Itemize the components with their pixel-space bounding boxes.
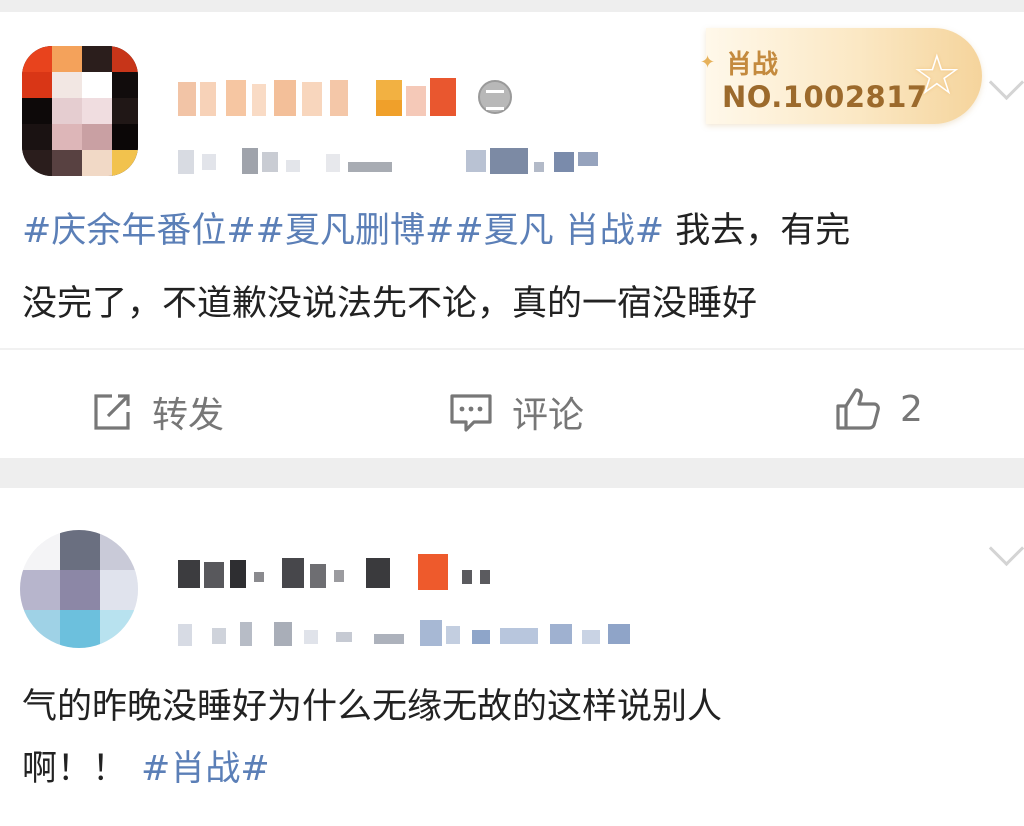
topic-tag[interactable]: #庆余年番位# — [22, 211, 256, 251]
repost-button[interactable]: 转发 — [90, 386, 224, 438]
like-button[interactable]: 2 — [834, 386, 923, 432]
post-text: 啊！！ #肖战# — [22, 738, 270, 801]
topic-tag[interactable]: #夏凡 肖战# — [454, 211, 664, 251]
medal-icon — [478, 80, 512, 114]
comment-button[interactable]: 评论 — [448, 386, 584, 438]
chevron-down-icon[interactable] — [988, 64, 1024, 101]
badge-number: NO.1002817 — [722, 80, 928, 114]
post-card-1: ✦ 肖战 NO.1002817 ☆ #庆余年番位##夏凡删博##夏凡 肖战# 我… — [0, 12, 1024, 458]
sparkle-icon: ✦ — [700, 52, 716, 73]
repost-icon — [94, 394, 130, 430]
chevron-down-icon[interactable] — [988, 530, 1024, 567]
comment-icon — [450, 394, 492, 432]
post-text-line1: 气的昨晚没睡好为什么无缘无故的这样说别人 — [22, 687, 723, 727]
post-text-line1: 我去，有完 — [664, 211, 851, 251]
post-text-line2: 啊！！ — [22, 749, 128, 789]
post-meta-blurred — [178, 618, 648, 648]
like-icon — [836, 388, 880, 430]
avatar[interactable] — [22, 46, 138, 176]
topic-tag[interactable]: #夏凡删博# — [256, 211, 455, 251]
star-icon: ☆ — [911, 43, 962, 108]
avatar[interactable] — [20, 530, 138, 648]
post-meta-blurred — [178, 146, 608, 176]
username-blurred[interactable] — [178, 76, 478, 120]
post-card-2: 气的昨晚没睡好为什么无缘无故的这样说别人 啊！！ #肖战# — [0, 488, 1024, 826]
fan-badge[interactable]: ✦ 肖战 NO.1002817 ☆ — [700, 28, 982, 124]
post-text: #庆余年番位##夏凡删博##夏凡 肖战# 我去，有完 — [22, 200, 850, 263]
username-blurred[interactable] — [178, 554, 518, 594]
topic-tag[interactable]: #肖战# — [141, 749, 270, 789]
repost-label: 转发 — [152, 395, 225, 436]
badge-name: 肖战 — [726, 50, 779, 80]
comment-label: 评论 — [512, 395, 585, 436]
divider — [0, 348, 1024, 350]
post-text-line2: 没完了，不道歉没说法先不论，真的一宿没睡好 — [22, 284, 758, 324]
like-count: 2 — [900, 388, 923, 430]
